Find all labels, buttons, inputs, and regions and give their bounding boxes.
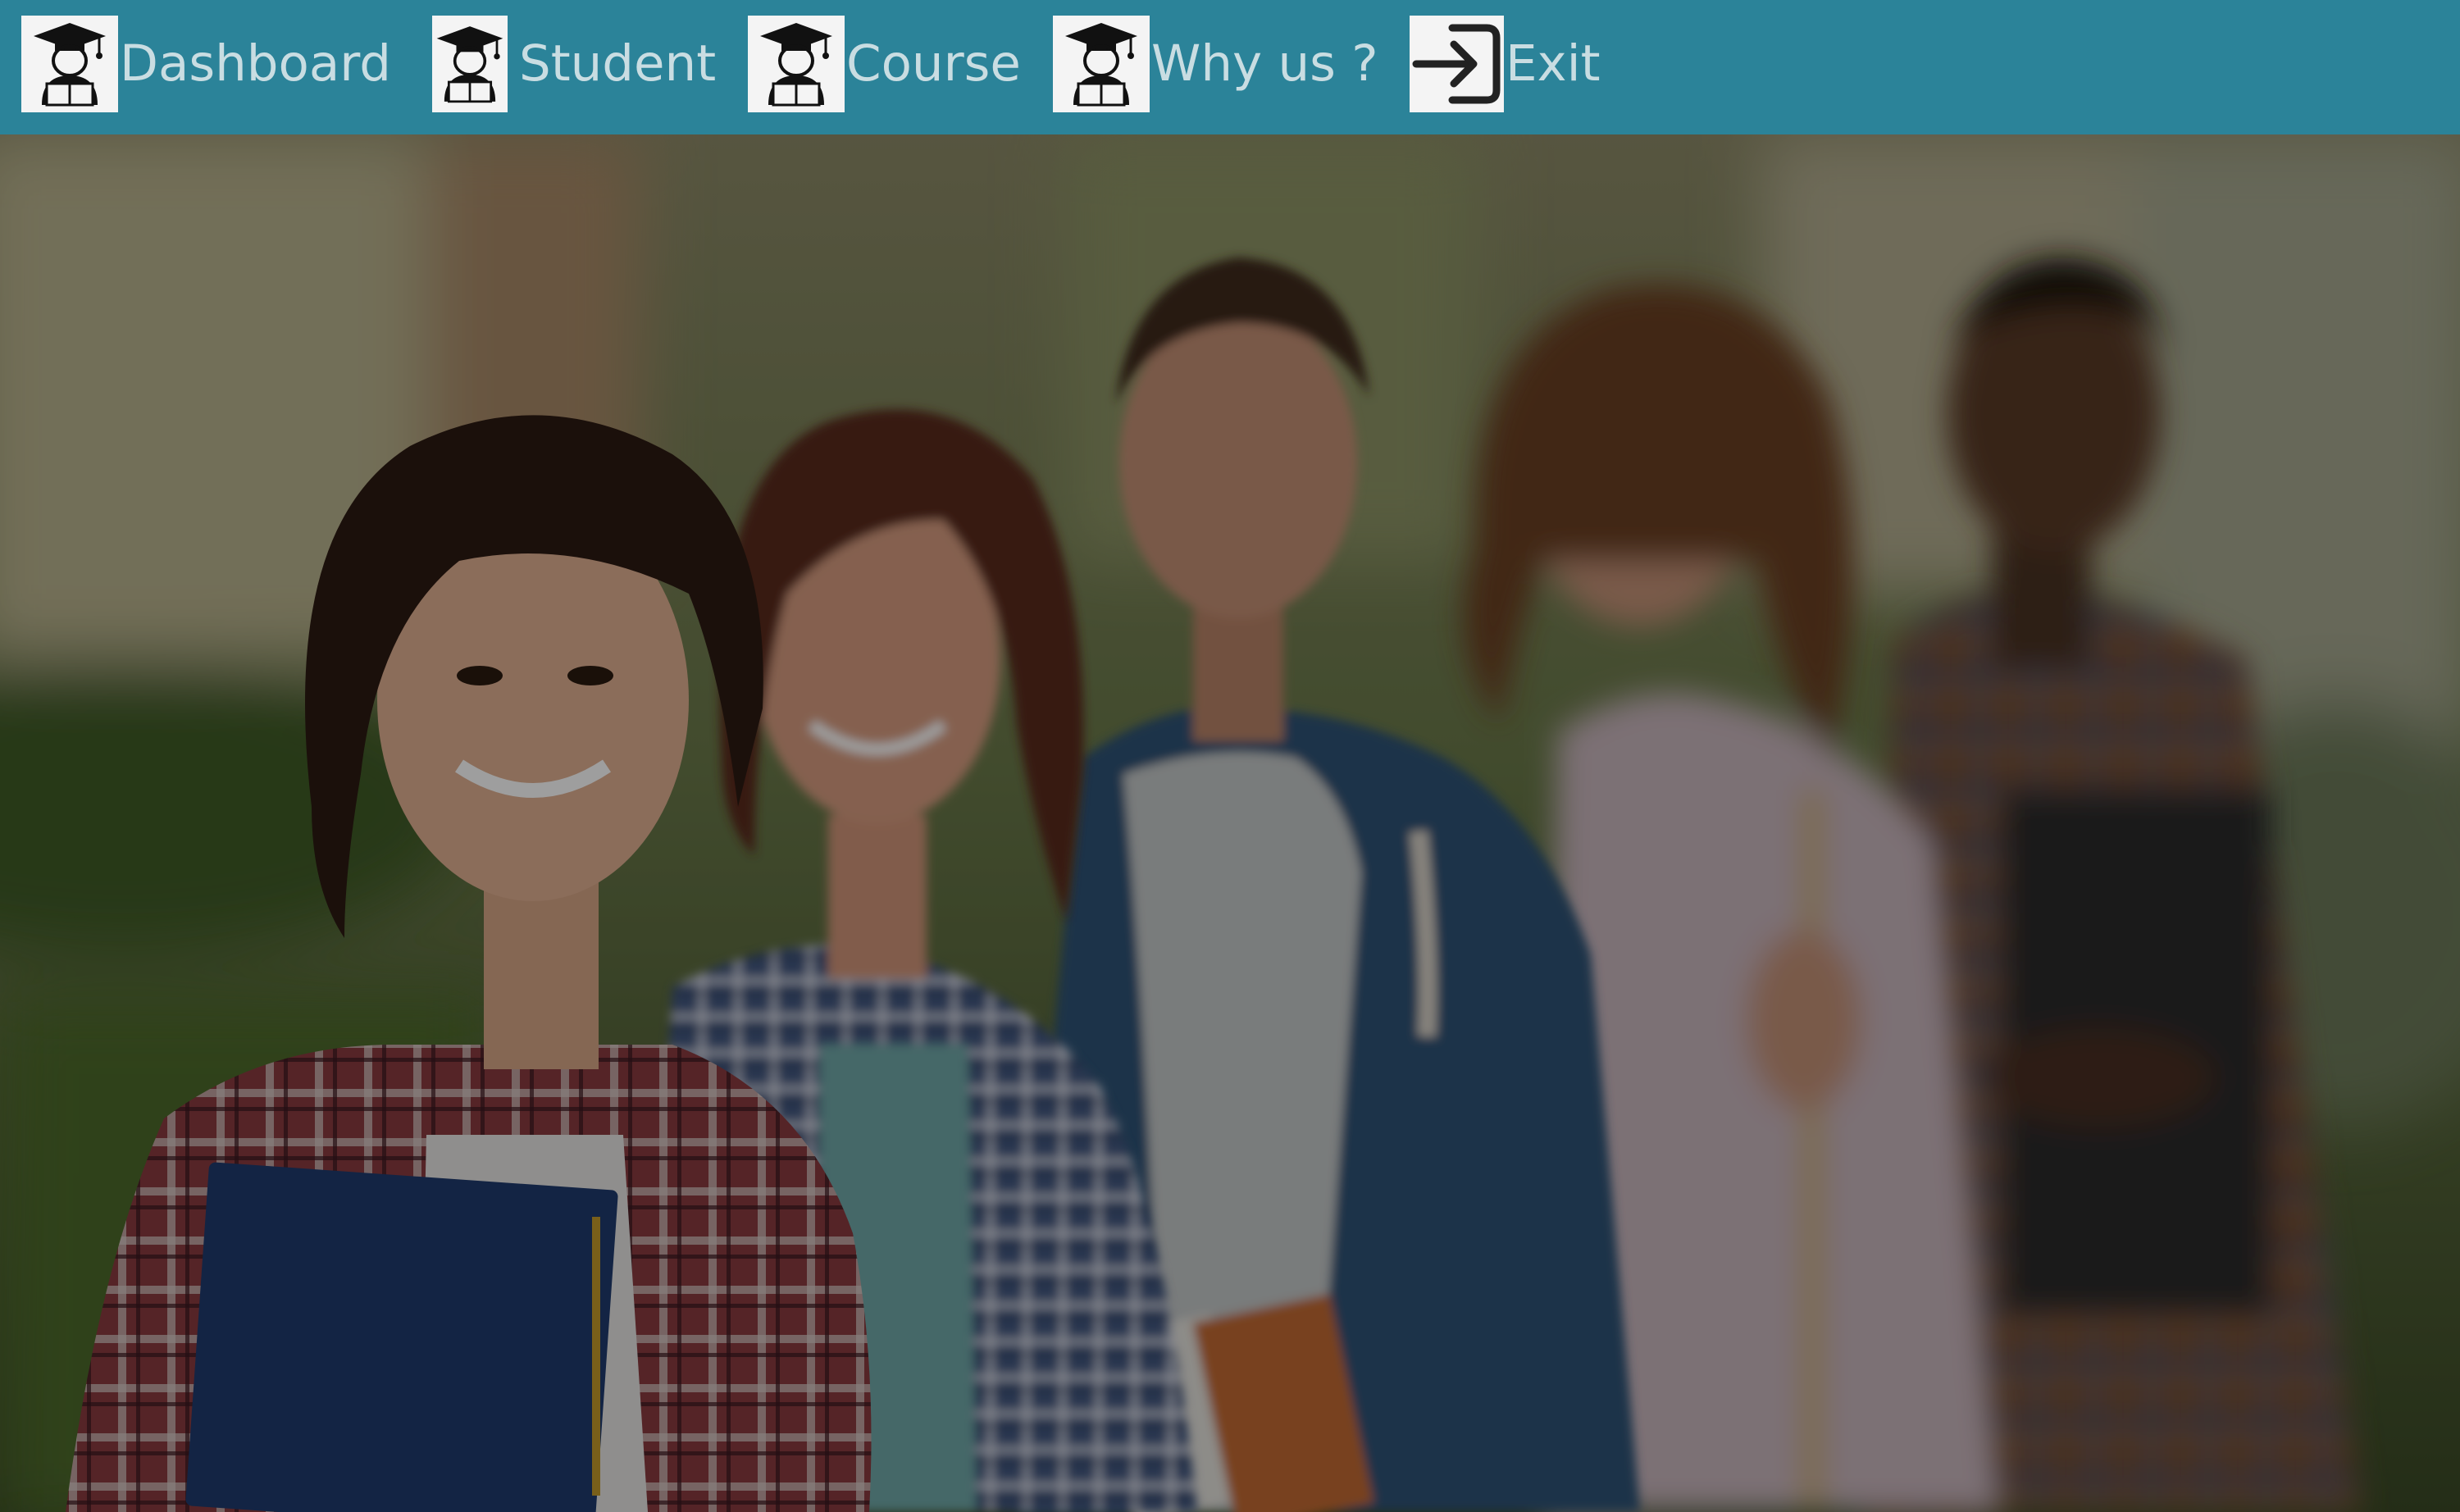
- students-photo-illustration: [0, 134, 2460, 1512]
- graduate-student-icon: [748, 16, 845, 112]
- nav-label-exit: Exit: [1506, 34, 1601, 93]
- graduate-student-icon: [432, 16, 508, 112]
- app-window: Dashboard Student Course Why us ? Exit: [0, 0, 2460, 1512]
- nav-label-dashboard: Dashboard: [120, 34, 391, 93]
- top-navbar: Dashboard Student Course Why us ? Exit: [0, 0, 2460, 134]
- graduate-student-icon: [21, 16, 118, 112]
- nav-label-student: Student: [519, 34, 717, 93]
- nav-item-why-us[interactable]: Why us ?: [1053, 16, 1378, 112]
- nav-label-course: Course: [846, 34, 1021, 93]
- nav-item-exit[interactable]: Exit: [1410, 16, 1601, 112]
- nav-item-student[interactable]: Student: [432, 16, 716, 112]
- nav-item-dashboard[interactable]: Dashboard: [21, 16, 391, 112]
- exit-arrow-icon: [1410, 16, 1504, 112]
- graduate-student-icon: [1053, 16, 1150, 112]
- nav-label-why-us: Why us ?: [1151, 34, 1378, 93]
- hero-image-students: [0, 134, 2460, 1512]
- nav-item-course[interactable]: Course: [748, 16, 1021, 112]
